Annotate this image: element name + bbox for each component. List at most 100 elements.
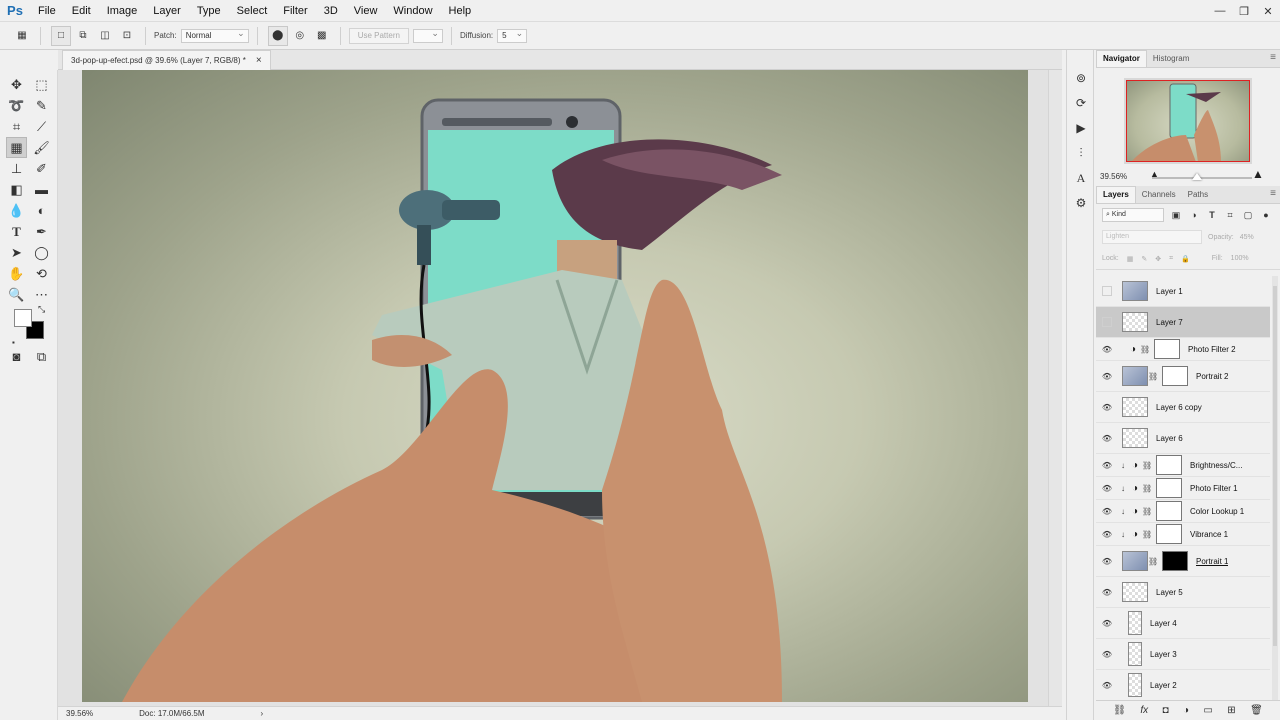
filter-type-icon[interactable]: T (1206, 210, 1218, 220)
visibility-eye-icon[interactable]: 👁 (1096, 484, 1118, 493)
filter-pixel-icon[interactable]: ▣ (1170, 210, 1182, 221)
layer-thumbnail[interactable] (1122, 281, 1148, 301)
layer-thumbnail[interactable] (1128, 642, 1142, 666)
diffusion-select[interactable]: 5 (497, 27, 528, 43)
navigator-thumbnail[interactable] (1124, 78, 1252, 164)
visibility-eye-icon[interactable]: 👁 (1096, 557, 1118, 566)
subtract-selection-icon[interactable]: ◫ (95, 25, 115, 46)
layer-thumbnail[interactable] (1122, 428, 1148, 448)
styles-icon[interactable]: ⚙ (1067, 192, 1095, 214)
move-tool-icon[interactable]: ✥ (6, 74, 27, 95)
layer-row[interactable]: Layer 1 (1096, 276, 1270, 307)
layer-mask-thumbnail[interactable] (1156, 501, 1182, 521)
layer-thumbnail[interactable] (1122, 312, 1148, 332)
navigator-zoom-knob[interactable] (1192, 173, 1202, 180)
visibility-eye-icon[interactable]: 👁 (1096, 345, 1118, 354)
gradient-tool-icon[interactable]: ▬ (31, 179, 52, 200)
lasso-tool-icon[interactable]: ➰ (6, 95, 27, 116)
menu-select[interactable]: Select (229, 0, 276, 22)
new-group-icon[interactable]: ▭ (1203, 705, 1212, 716)
brush-tool-icon[interactable]: 🖌 (31, 137, 52, 158)
ellipse-tool-icon[interactable]: ◯ (31, 242, 52, 263)
filter-shape-icon[interactable]: ⌗ (1224, 210, 1236, 221)
eraser-tool-icon[interactable]: ◧ (6, 179, 27, 200)
navigator-zoom-slider[interactable] (1152, 177, 1252, 179)
document-canvas[interactable] (82, 70, 1028, 702)
menu-help[interactable]: Help (441, 0, 480, 22)
new-layer-icon[interactable]: ⊞ (1227, 705, 1235, 716)
layers-menu-icon[interactable]: ≡ (1270, 188, 1276, 199)
visibility-eye-icon[interactable]: 👁 (1096, 507, 1118, 516)
visibility-eye-icon[interactable]: 👁 (1096, 461, 1118, 470)
menu-type[interactable]: Type (189, 0, 229, 22)
layer-row[interactable]: 👁 Layer 4 (1096, 608, 1270, 639)
filter-toggle-icon[interactable]: ● (1260, 210, 1272, 220)
more-tools-icon[interactable]: ⋯ (31, 284, 52, 305)
character-icon[interactable]: A (1067, 167, 1095, 189)
layer-row[interactable]: Layer 7 (1096, 307, 1270, 338)
menu-view[interactable]: View (346, 0, 386, 22)
crop-tool-icon[interactable]: ⌗ (6, 116, 27, 137)
clone-stamp-tool-icon[interactable]: ⊥ (6, 158, 27, 179)
new-adjustment-icon[interactable]: ◑ (1183, 705, 1189, 716)
mask-link-icon[interactable]: ⛓ (1142, 484, 1152, 493)
pen-tool-icon[interactable]: ✒ (31, 221, 52, 242)
visibility-eye-icon[interactable]: 👁 (1096, 434, 1118, 443)
layer-mask-thumbnail[interactable] (1162, 366, 1188, 386)
properties-icon[interactable]: ⊚ (1067, 67, 1095, 89)
layers-scrollbar[interactable] (1272, 276, 1278, 700)
menu-filter[interactable]: Filter (275, 0, 315, 22)
canvas-vertical-scrollbar[interactable] (1048, 70, 1062, 706)
marquee-tool-icon[interactable]: ⬚ (31, 74, 52, 95)
mask-link-icon[interactable]: ⛓ (1142, 461, 1152, 470)
tool-preset-icon[interactable]: ▦ (12, 26, 32, 46)
type-tool-icon[interactable]: T (6, 221, 27, 242)
visibility-eye-icon[interactable] (1096, 317, 1118, 327)
visibility-eye-icon[interactable]: 👁 (1096, 403, 1118, 412)
tab-navigator[interactable]: Navigator (1096, 50, 1147, 67)
filter-smart-object-icon[interactable]: ▢ (1242, 210, 1254, 221)
layer-mask-thumbnail[interactable] (1156, 524, 1182, 544)
destination-icon[interactable]: ◎ (289, 25, 310, 46)
layer-row[interactable]: 👁 ◑ ⛓ Photo Filter 2 (1096, 338, 1270, 361)
swap-colors-icon[interactable]: ⤡ (38, 304, 45, 315)
tab-layers[interactable]: Layers (1096, 186, 1136, 203)
add-mask-icon[interactable]: ◘ (1163, 705, 1169, 716)
canvas-area[interactable] (58, 70, 1062, 706)
pattern-picker[interactable] (412, 27, 443, 43)
menu-3d[interactable]: 3D (316, 0, 346, 22)
blur-tool-icon[interactable]: 💧 (6, 200, 27, 221)
zoom-tool-icon[interactable]: 🔍 (6, 284, 27, 305)
mask-link-icon[interactable]: ⛓ (1148, 557, 1158, 566)
mask-link-icon[interactable]: ⛓ (1142, 530, 1152, 539)
lock-artboard-icon[interactable]: ⌗ (1169, 255, 1173, 263)
fill-value[interactable]: 100% (1231, 255, 1249, 262)
visibility-eye-icon[interactable]: 👁 (1096, 619, 1118, 628)
tab-histogram[interactable]: Histogram (1147, 51, 1195, 67)
layer-thumbnail[interactable] (1122, 366, 1148, 386)
close-document-icon[interactable]: × (256, 52, 262, 70)
layer-mask-thumbnail[interactable] (1162, 551, 1188, 571)
navigator-zoom-value[interactable]: 39.56% (1100, 172, 1127, 181)
layer-row[interactable]: 👁 ⛓ Portrait 1 (1096, 546, 1270, 577)
visibility-eye-icon[interactable]: 👁 (1096, 372, 1118, 381)
use-pattern-button[interactable]: Use Pattern (348, 27, 409, 44)
lock-position-icon[interactable]: ✥ (1155, 255, 1161, 263)
status-zoom[interactable]: 39.56% (58, 709, 101, 718)
menu-layer[interactable]: Layer (145, 0, 189, 22)
kind-filter-select[interactable]: ⌕ Kind (1102, 208, 1164, 222)
rotate-view-tool-icon[interactable]: ⟲ (31, 263, 52, 284)
layer-row[interactable]: 👁 Layer 6 (1096, 423, 1270, 454)
actions-play-icon[interactable]: ▶ (1067, 117, 1095, 139)
layer-row[interactable]: 👁 ↓ ◑ ⛓ Color Lookup 1 (1096, 500, 1270, 523)
layer-row[interactable]: 👁 Layer 3 (1096, 639, 1270, 670)
visibility-eye-icon[interactable]: 👁 (1096, 530, 1118, 539)
close-window-button[interactable]: ✕ (1256, 0, 1280, 22)
layer-style-fx-icon[interactable]: fx (1140, 705, 1148, 716)
add-selection-icon[interactable]: ⧉ (73, 25, 93, 46)
navigator-menu-icon[interactable]: ≡ (1270, 52, 1276, 63)
dodge-tool-icon[interactable]: ◐ (31, 200, 52, 221)
tab-paths[interactable]: Paths (1182, 187, 1214, 203)
foreground-color-swatch[interactable] (14, 309, 32, 327)
eyedropper-tool-icon[interactable]: ⟋ (31, 116, 52, 137)
